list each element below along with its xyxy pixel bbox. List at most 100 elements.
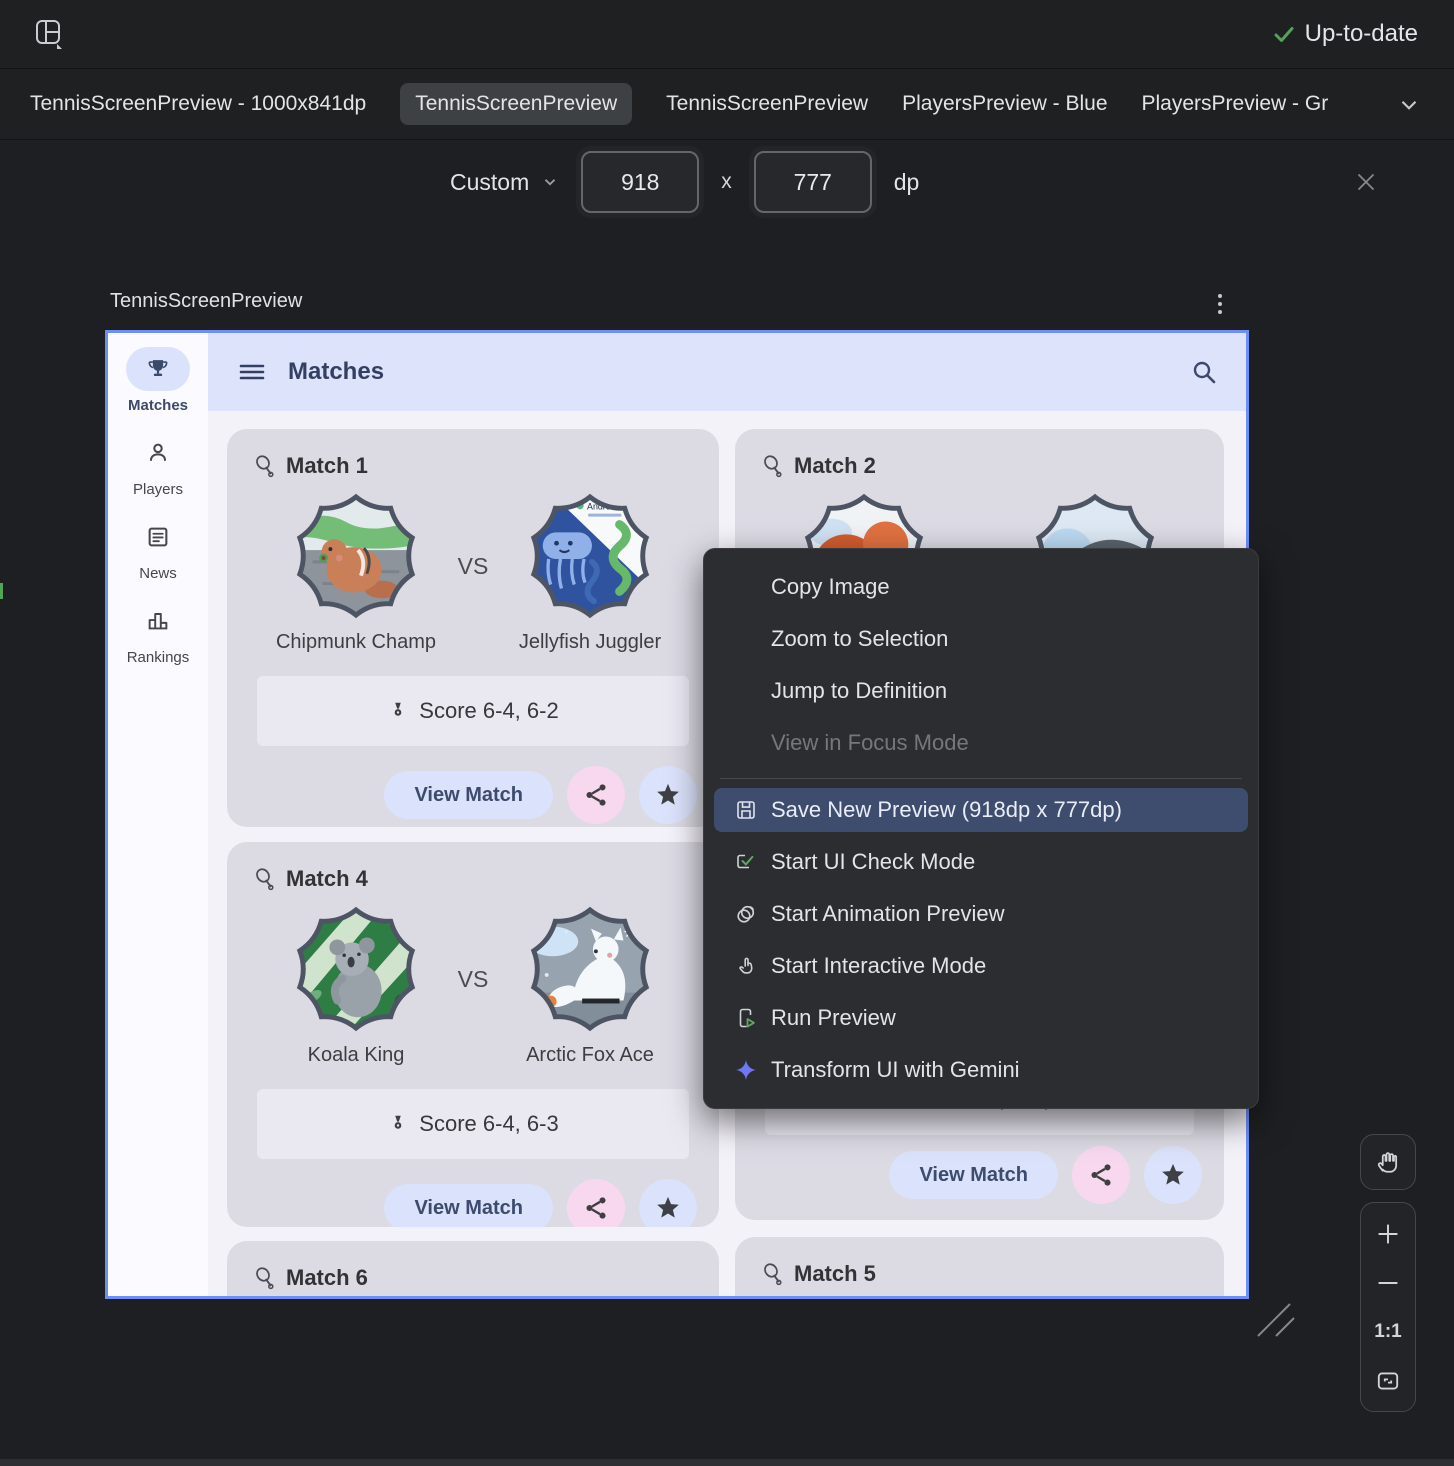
menu-item-start-animation-preview[interactable]: Start Animation Preview — [704, 888, 1258, 940]
fit-to-screen-icon — [1375, 1368, 1401, 1394]
score-banner: Score 6-4, 6-3 — [257, 1089, 689, 1159]
save-icon — [734, 798, 758, 822]
preview-options-button[interactable] — [1211, 289, 1229, 319]
trophy-icon — [145, 356, 171, 382]
avatar-arctic-fox — [527, 906, 653, 1032]
star-icon — [654, 1194, 682, 1222]
tab-players-gr[interactable]: PlayersPreview - Gr — [1142, 92, 1329, 116]
size-controls-row: Custom x dp — [0, 140, 1454, 224]
resize-grip[interactable] — [1250, 1296, 1298, 1344]
dimension-separator: x — [721, 170, 732, 194]
sidebar-item-matches[interactable]: Matches — [126, 347, 190, 414]
check-icon — [1272, 22, 1296, 46]
menu-item-save-new-preview[interactable]: Save New Preview (918dp x 777dp) — [714, 788, 1248, 832]
match-card-6[interactable]: Match 6 — [227, 1241, 719, 1299]
sidebar-item-news[interactable]: News — [126, 515, 190, 582]
menu-item-start-ui-check-mode[interactable]: Start UI Check Mode — [704, 836, 1258, 888]
news-icon — [145, 524, 171, 550]
match-card-1[interactable]: Match 1 — [227, 429, 719, 827]
share-icon — [583, 782, 609, 808]
racket-icon — [253, 454, 277, 478]
avatar-chipmunk — [293, 493, 419, 619]
player-name: Arctic Fox Ace — [526, 1044, 654, 1067]
build-status: Up-to-date — [1272, 0, 1418, 68]
menu-item-transform-ui-with-gemini[interactable]: Transform UI with Gemini — [704, 1044, 1258, 1096]
player-name: Koala King — [308, 1044, 405, 1067]
star-icon — [1159, 1161, 1187, 1189]
tab-tennis-selected[interactable]: TennisScreenPreview — [400, 83, 632, 125]
size-mode-dropdown[interactable]: Custom — [450, 169, 559, 196]
unit-label: dp — [894, 169, 920, 196]
gutter-marker — [0, 583, 3, 599]
view-match-button[interactable]: View Match — [384, 1184, 553, 1227]
hand-icon — [1374, 1148, 1402, 1176]
favorite-button[interactable] — [1144, 1146, 1202, 1204]
share-button[interactable] — [1072, 1146, 1130, 1204]
sidebar-item-players[interactable]: Players — [126, 431, 190, 498]
sidebar-item-rankings[interactable]: Rankings — [126, 599, 190, 666]
layout-switch-icon — [32, 17, 66, 51]
layout-switch-button[interactable] — [30, 15, 68, 53]
sidebar-label-news: News — [139, 565, 177, 582]
zoom-ratio-label: 1:1 — [1374, 1321, 1401, 1343]
menu-item-zoom-to-selection[interactable]: Zoom to Selection — [704, 613, 1258, 665]
preview-tab-bar: TennisScreenPreview - 1000x841dp TennisS… — [0, 69, 1454, 140]
medal-icon — [387, 700, 409, 722]
share-icon — [583, 1195, 609, 1221]
height-field — [754, 151, 872, 213]
close-resize-mode-button[interactable] — [1350, 166, 1382, 198]
racket-icon — [253, 867, 277, 891]
search-button[interactable] — [1190, 358, 1218, 386]
match-card-4[interactable]: Match 4 — [227, 842, 719, 1227]
zoom-in-button[interactable] — [1366, 1212, 1410, 1256]
pan-tool-button[interactable] — [1366, 1140, 1410, 1184]
zoom-to-fit-button[interactable] — [1366, 1359, 1410, 1403]
match-card-5[interactable]: Match 5 — [735, 1237, 1224, 1299]
menu-item-jump-to-definition[interactable]: Jump to Definition — [704, 665, 1258, 717]
zoom-actual-size-button[interactable]: 1:1 — [1366, 1310, 1410, 1354]
close-icon — [1354, 170, 1378, 194]
favorite-button[interactable] — [639, 766, 697, 824]
share-button[interactable] — [567, 766, 625, 824]
sidebar-label-players: Players — [133, 481, 183, 498]
view-match-button[interactable]: View Match — [889, 1151, 1058, 1199]
avatar-koala — [293, 906, 419, 1032]
hamburger-icon — [238, 358, 266, 386]
size-mode-label: Custom — [450, 169, 529, 196]
tab-players-blue[interactable]: PlayersPreview - Blue — [902, 92, 1107, 116]
height-input[interactable] — [768, 168, 858, 197]
chevron-down-icon — [1396, 92, 1422, 118]
zoom-out-button[interactable] — [1366, 1261, 1410, 1305]
player-name: Chipmunk Champ — [276, 631, 436, 654]
app-top-bar: Matches — [208, 333, 1246, 411]
navigation-rail: Matches Players News — [108, 333, 208, 1296]
share-icon — [1088, 1162, 1114, 1188]
tab-overflow-button[interactable] — [1396, 92, 1422, 118]
score-text: Score 6-4, 6-3 — [419, 1111, 558, 1137]
status-label: Up-to-date — [1305, 20, 1418, 48]
menu-item-run-preview[interactable]: Run Preview — [704, 992, 1258, 1044]
plus-icon — [1375, 1221, 1401, 1247]
zoom-tool-group: 1:1 — [1360, 1202, 1416, 1412]
ui-check-icon — [734, 850, 758, 874]
menu-separator — [720, 778, 1242, 779]
resize-grip-icon — [1250, 1296, 1298, 1344]
person-icon — [145, 440, 171, 466]
match-title: Match 6 — [286, 1265, 368, 1291]
tab-tennis-1000x841[interactable]: TennisScreenPreview - 1000x841dp — [30, 92, 366, 116]
match-title: Match 2 — [794, 453, 876, 479]
vs-label: VS — [449, 553, 497, 654]
racket-icon — [761, 1262, 785, 1286]
menu-item-copy-image[interactable]: Copy Image — [704, 561, 1258, 613]
menu-button[interactable] — [238, 358, 266, 386]
favorite-button[interactable] — [639, 1179, 697, 1227]
share-button[interactable] — [567, 1179, 625, 1227]
width-input[interactable] — [595, 168, 685, 197]
tab-tennis-3[interactable]: TennisScreenPreview — [666, 92, 868, 116]
menu-item-start-interactive-mode[interactable]: Start Interactive Mode — [704, 940, 1258, 992]
player-name: Jellyfish Juggler — [519, 631, 661, 654]
racket-icon — [761, 454, 785, 478]
match-title: Match 5 — [794, 1261, 876, 1287]
view-match-button[interactable]: View Match — [384, 771, 553, 819]
match-title: Match 4 — [286, 866, 368, 892]
